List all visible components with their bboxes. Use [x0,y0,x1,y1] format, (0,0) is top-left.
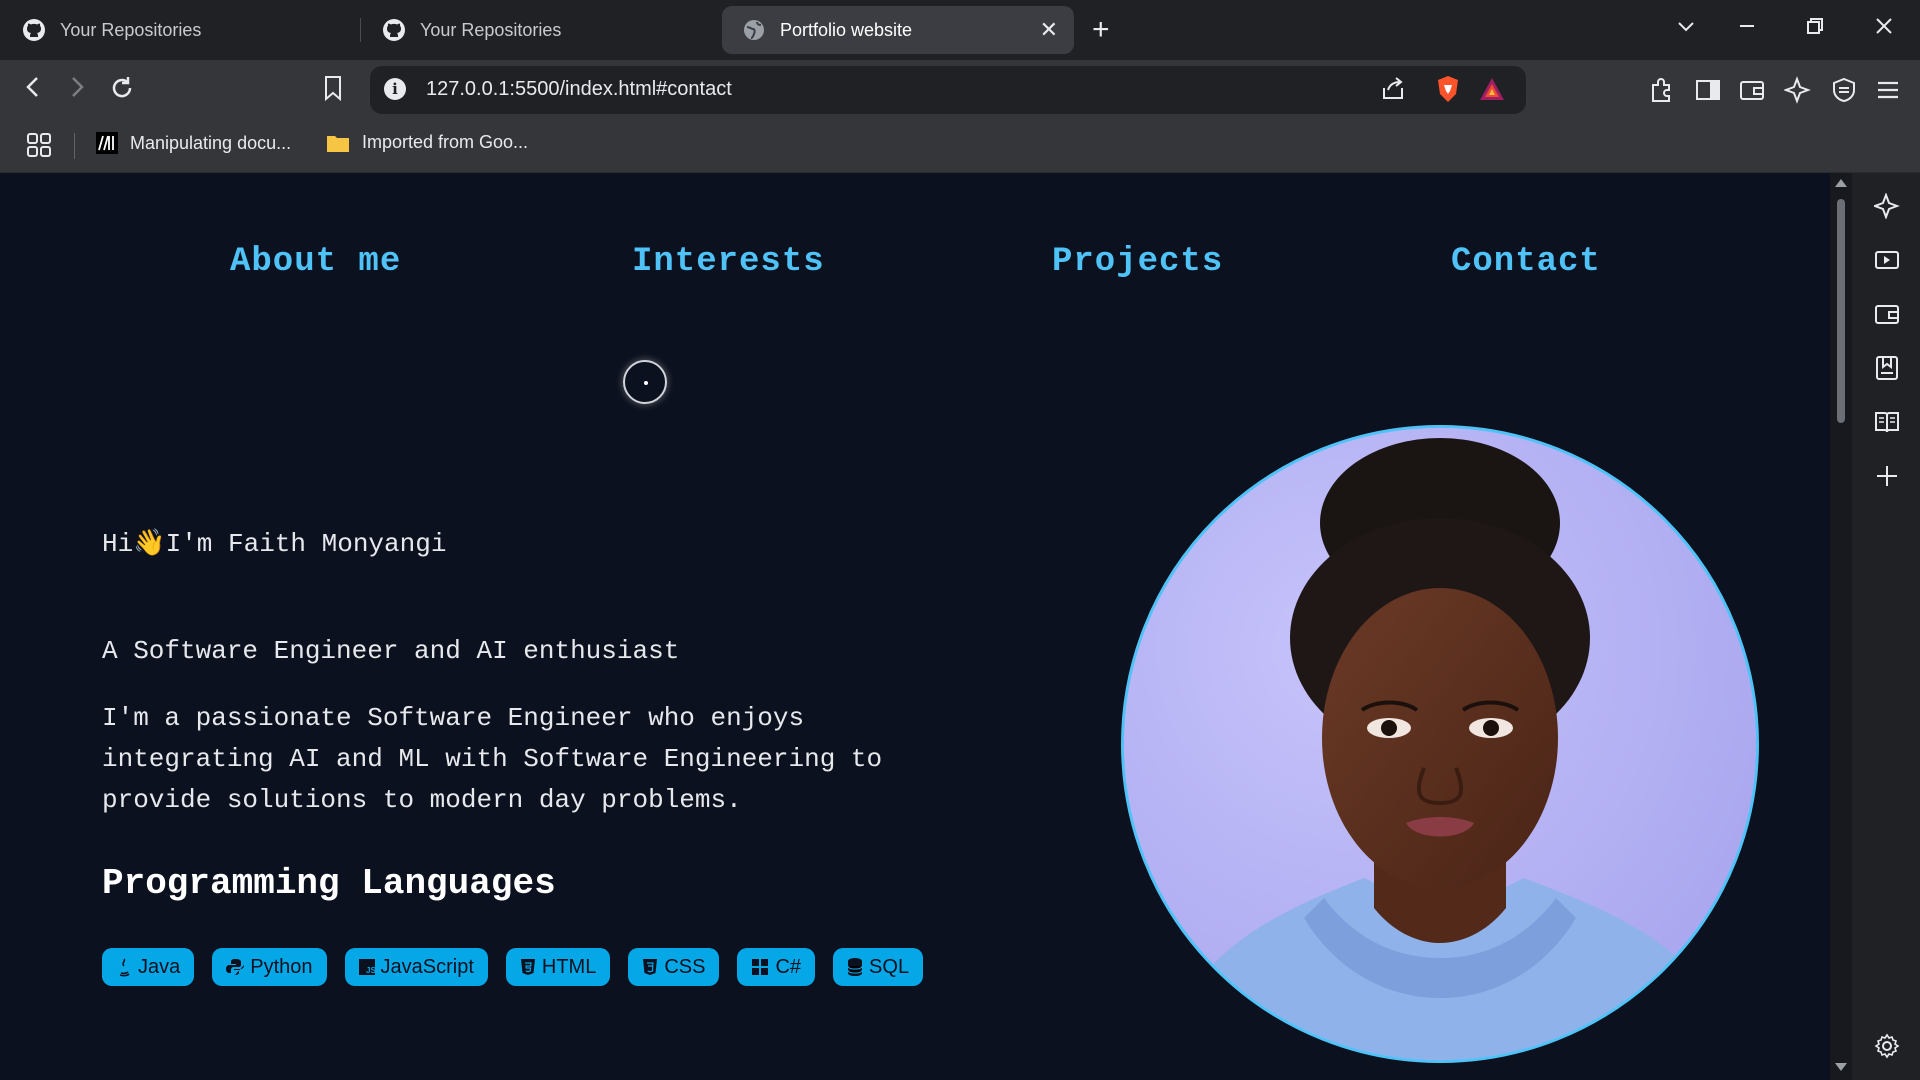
nav-projects-link[interactable]: Projects [1052,243,1223,281]
back-button[interactable] [22,74,44,107]
bookmarks-panel-icon[interactable] [1874,355,1900,381]
address-bar[interactable]: i 127.0.0.1:5500/index.html#contact [370,66,1526,114]
greeting-prefix: Hi [102,529,134,559]
chip-label: CSS [664,955,706,978]
url-text[interactable]: 127.0.0.1:5500/index.html#contact [426,78,732,101]
tab-title: Portfolio website [780,19,913,40]
restore-button[interactable] [1805,14,1825,44]
browser-side-panel [1852,173,1920,1080]
chip-label: Java [138,955,181,978]
skill-chip-sql: SQL [833,948,924,986]
github-icon [382,18,406,42]
skill-chip-css: CSS [628,948,720,986]
globe-icon [742,18,766,42]
profile-photo [1121,425,1759,1063]
reading-list-icon[interactable] [1874,409,1900,435]
database-icon [847,957,863,977]
skill-chip-java: Java [102,948,195,986]
playlist-icon[interactable] [1874,247,1900,273]
tab-search-chevron-icon[interactable] [1676,14,1696,44]
skill-chip-csharp: C# [737,948,816,986]
skill-chip-javascript: JS JavaScript [344,948,488,986]
section-title: Programming Languages [102,863,556,904]
skill-chip-html: HTML [505,948,611,986]
leo-ai-icon[interactable] [1872,192,1900,220]
bio-line: integrating AI and ML with Software Engi… [102,744,883,774]
windows-icon [751,958,769,976]
greeting: Hi👋I'm Faith Monyangi [102,528,446,559]
chip-label: JavaScript [380,955,474,978]
mdn-icon [96,132,118,154]
close-window-button[interactable] [1874,14,1894,44]
html5-icon [520,958,536,976]
css3-icon [642,958,658,976]
brave-shields-icon[interactable] [1434,74,1462,109]
tab-strip: Your Repositories Your Repositories Port… [0,0,1920,60]
chip-label: SQL [869,955,910,978]
github-icon [22,18,46,42]
chip-label: C# [775,955,802,978]
extensions-icon[interactable] [1648,76,1676,109]
bio-line: provide solutions to modern day problems… [102,785,742,815]
brave-rewards-icon[interactable] [1478,76,1506,107]
wallet-icon[interactable] [1738,76,1766,109]
bio: I'm a passionate Software Engineer who e… [102,698,962,821]
wallet-icon[interactable] [1874,301,1900,327]
chip-label: HTML [541,955,597,978]
site-info-icon[interactable]: i [384,78,406,100]
tab-title: Your Repositories [60,19,202,40]
skill-chip-python: Python [212,948,327,986]
tab-your-repositories-2[interactable]: Your Repositories [362,6,712,54]
nav-contact-link[interactable]: Contact [1451,243,1601,281]
bio-line: I'm a passionate Software Engineer who e… [102,703,805,733]
cursor-dot [644,381,648,385]
browser-toolbar: i 127.0.0.1:5500/index.html#contact [0,60,1920,120]
scroll-thumb[interactable] [1837,199,1845,423]
forward-button[interactable] [66,74,88,107]
bookmark-label: Imported from Goo... [362,132,529,152]
minimize-button[interactable] [1737,14,1757,44]
reload-button[interactable] [108,74,136,109]
bookmarks-bar: Manipulating docu... Imported from Goo..… [0,120,1920,173]
leo-ai-icon[interactable] [1783,76,1812,109]
page-scrollbar[interactable] [1830,173,1852,1080]
tab-your-repositories-1[interactable]: Your Repositories [2,6,352,54]
tab-title: Your Repositories [420,19,562,40]
settings-gear-icon[interactable] [1874,1033,1900,1059]
skill-chips: Java Python JS JavaScript HTML CSS C# SQ… [102,948,924,986]
bookmark-label: Manipulating docu... [130,132,292,153]
menu-icon[interactable] [1874,76,1902,109]
chip-label: Python [250,955,313,978]
portfolio-page: About me Interests Projects Contact Hi👋I… [0,173,1830,1080]
python-icon [226,958,245,976]
sidebar-toggle-icon[interactable] [1694,76,1722,109]
tab-separator [360,18,361,42]
vpn-shield-icon[interactable] [1830,76,1858,109]
bookmark-imported-folder[interactable]: Imported from Goo... [326,132,528,153]
bookmark-icon[interactable] [322,74,344,109]
scroll-down-arrow-icon[interactable] [1835,1063,1847,1071]
scroll-up-arrow-icon[interactable] [1835,179,1847,187]
custom-cursor [623,360,667,404]
folder-icon [326,133,350,153]
svg-text:JS: JS [366,966,375,975]
share-icon[interactable] [1380,76,1406,107]
wave-emoji: 👋 [133,528,166,558]
nav-about-link[interactable]: About me [230,243,401,281]
bookmark-manipulating-docs[interactable]: Manipulating docu... [96,132,291,154]
new-tab-button[interactable]: + [1092,12,1110,48]
add-panel-icon[interactable] [1874,463,1900,489]
apps-grid-icon[interactable] [26,132,52,158]
tagline: A Software Engineer and AI enthusiast [102,636,680,666]
nav-interests-link[interactable]: Interests [632,243,825,281]
greeting-name: I'm Faith Monyangi [165,529,447,559]
bookmarks-divider [74,133,75,159]
java-icon [116,957,132,977]
tab-portfolio-website[interactable]: Portfolio website ✕ [722,6,1074,54]
close-tab-icon[interactable]: ✕ [1040,18,1058,42]
javascript-icon: JS [358,959,375,975]
